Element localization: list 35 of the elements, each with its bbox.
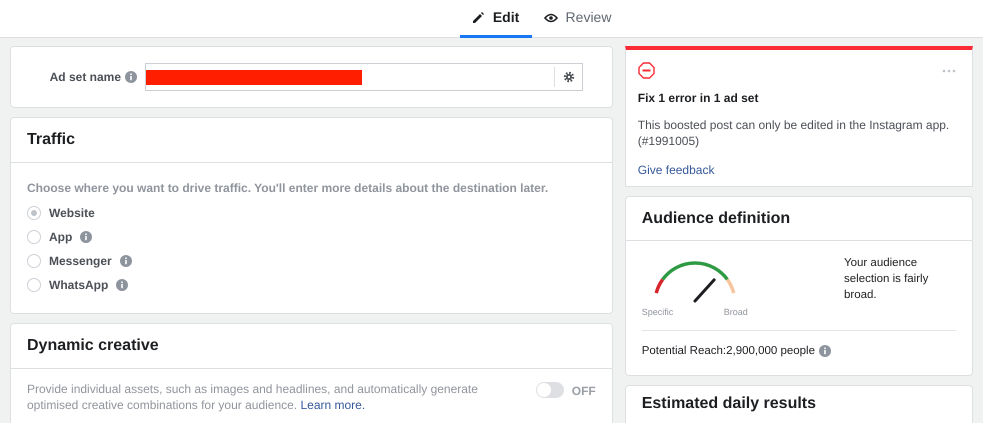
- option-label: Website: [49, 205, 95, 222]
- option-label: WhatsApp: [49, 277, 108, 294]
- error-title: Fix 1 error in 1 ad set: [638, 90, 760, 107]
- audience-summary: Your audience selection is fairly broad.: [844, 256, 930, 303]
- card-title: Audience definition: [642, 208, 790, 228]
- potential-reach: Potential Reach:2,900,000 people: [642, 344, 816, 358]
- radio-button[interactable]: [27, 278, 41, 292]
- card-title: Traffic: [27, 130, 76, 150]
- tab[interactable]: Edit: [460, 0, 532, 38]
- toggle-label: OFF: [572, 383, 596, 400]
- error-icon: [638, 62, 655, 79]
- gauge-max-label: Broad: [724, 306, 748, 319]
- description: Choose where you want to drive traffic. You'll enter more details about the destination later.: [27, 180, 550, 197]
- error-message: This boosted post can only be edited in the Instagram app. (#1991005): [638, 117, 950, 149]
- option-label: Messenger: [49, 253, 112, 270]
- give-feedback-link[interactable]: Give feedback: [638, 161, 714, 179]
- radio-button[interactable]: [27, 254, 41, 268]
- gauge-min-label: Specific: [642, 306, 674, 319]
- eye-icon: [544, 12, 558, 22]
- info-icon: [819, 345, 832, 358]
- info-icon: [125, 71, 137, 83]
- input-field[interactable]: [145, 63, 583, 91]
- toggle-switch[interactable]: [536, 382, 564, 398]
- radio-button[interactable]: [27, 206, 41, 220]
- card-title: Dynamic creative: [27, 336, 159, 356]
- pencil-icon: [472, 11, 485, 24]
- settings-icon[interactable]: [562, 71, 574, 83]
- tab[interactable]: Review: [532, 0, 624, 38]
- description: Provide individual assets, such as images and headlines, and automatically generate optimised creative combinations for your audience. Learn more.: [27, 381, 479, 413]
- learn-more-link[interactable]: Learn more.: [300, 398, 366, 412]
- field-label: Ad set name: [50, 69, 121, 86]
- radio-button[interactable]: [27, 230, 41, 244]
- more-icon[interactable]: [942, 68, 956, 72]
- option-label: App: [49, 229, 72, 246]
- card-title: Estimated daily results: [642, 395, 816, 412]
